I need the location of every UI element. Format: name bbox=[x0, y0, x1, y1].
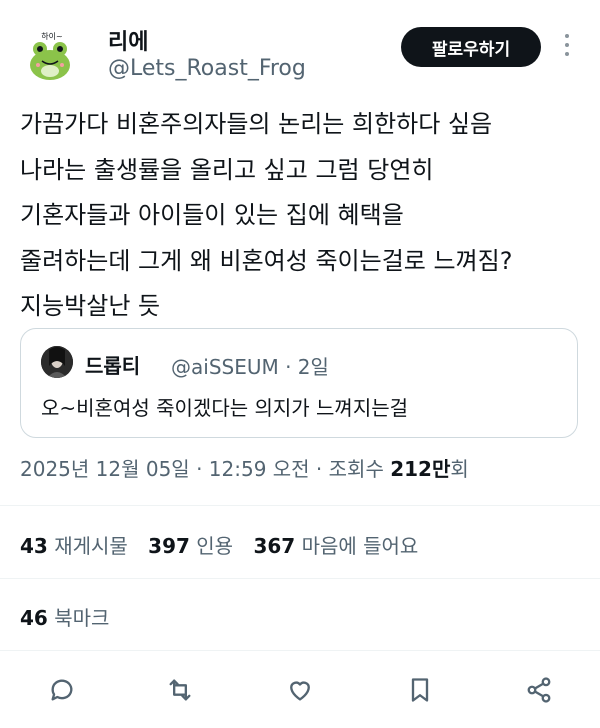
quoted-handle-time: @aiSSEUM · 2일 bbox=[171, 355, 329, 379]
retweets-label: 재게시물 bbox=[54, 534, 128, 558]
quotes-label: 인용 bbox=[196, 534, 234, 558]
likes-stat[interactable]: 367 마음에 들어요 bbox=[253, 534, 418, 558]
view-count: 212만 bbox=[390, 457, 451, 481]
quotes-count: 397 bbox=[148, 534, 190, 558]
retweets-stat[interactable]: 43 재게시물 bbox=[20, 534, 128, 558]
quoted-avatar[interactable] bbox=[41, 346, 73, 378]
divider bbox=[0, 505, 600, 506]
tweet-datetime[interactable]: 2025년 12월 05일 · 12:59 오전 · 조회수 bbox=[20, 457, 390, 481]
bookmarks-label: 북마크 bbox=[54, 606, 110, 630]
reply-icon[interactable] bbox=[42, 670, 82, 710]
likes-label: 마음에 들어요 bbox=[301, 534, 419, 558]
follow-button[interactable]: 팔로우하기 bbox=[401, 27, 541, 67]
tweet-header: 하이~ 리에 @Lets_Roast_Frog 팔로우하기 bbox=[0, 0, 600, 100]
retweet-icon[interactable] bbox=[160, 670, 200, 710]
action-bar bbox=[0, 670, 600, 714]
quoted-author-name: 드롭티 bbox=[85, 354, 141, 378]
divider bbox=[0, 650, 600, 651]
tweet-text: 가끔가다 비혼주의자들의 논리는 희한하다 싶음 나라는 출생률을 올리고 싶고… bbox=[20, 110, 513, 320]
engagement-stats: 43 재게시물 397 인용 367 마음에 들어요 bbox=[20, 530, 432, 559]
more-options-icon[interactable] bbox=[560, 34, 574, 64]
avatar-text: 하이~ bbox=[41, 31, 62, 41]
quoted-text: 오~비혼여성 죽이겠다는 의지가 느껴지는걸 bbox=[41, 396, 409, 420]
tweet-meta: 2025년 12월 05일 · 12:59 오전 · 조회수 212만회 bbox=[20, 453, 469, 482]
view-suffix: 회 bbox=[450, 457, 469, 481]
author-handle[interactable]: @Lets_Roast_Frog bbox=[108, 56, 306, 81]
retweets-count: 43 bbox=[20, 534, 48, 558]
likes-count: 367 bbox=[253, 534, 296, 558]
bookmarks-stat[interactable]: 46 북마크 bbox=[20, 602, 109, 631]
share-icon[interactable] bbox=[519, 670, 559, 710]
bookmarks-count: 46 bbox=[20, 606, 48, 630]
bookmark-icon[interactable] bbox=[400, 670, 440, 710]
frog-avatar-icon[interactable]: 하이~ bbox=[20, 27, 80, 87]
quoted-tweet[interactable]: 드롭티 @aiSSEUM · 2일 오~비혼여성 죽이겠다는 의지가 느껴지는걸 bbox=[20, 328, 578, 438]
quotes-stat[interactable]: 397 인용 bbox=[148, 534, 233, 558]
author-name[interactable]: 리에 bbox=[108, 24, 148, 56]
like-icon[interactable] bbox=[280, 670, 320, 710]
divider bbox=[0, 578, 600, 579]
